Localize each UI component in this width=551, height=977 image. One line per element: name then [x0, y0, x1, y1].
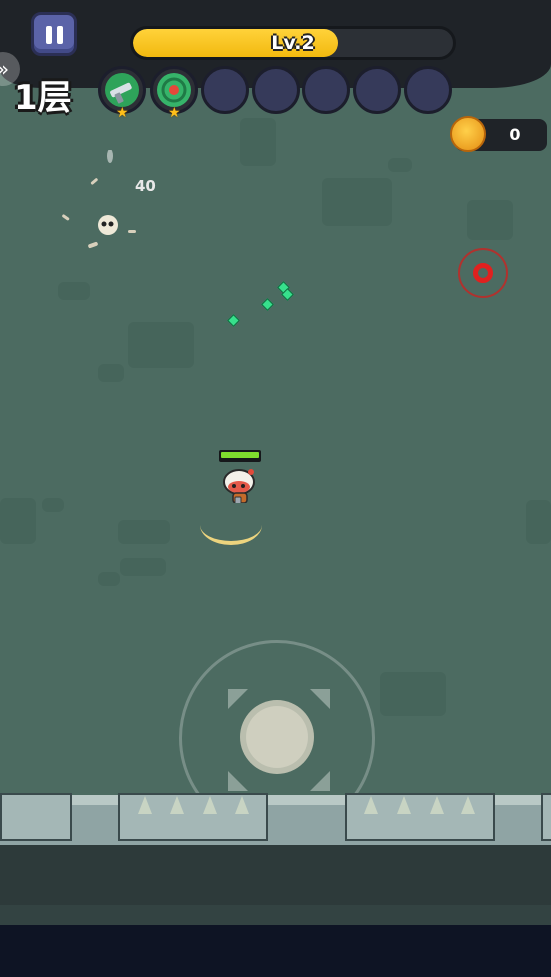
joystick-knob[interactable]	[240, 700, 314, 774]
skill-slot-empty	[252, 66, 300, 114]
skill-slot-empty	[404, 66, 452, 114]
joystick-arrow-icon	[310, 771, 330, 791]
skill-slot-empty	[302, 66, 350, 114]
player-health-fill	[221, 452, 259, 458]
damage-number: 40	[135, 177, 156, 195]
spike-icon	[461, 796, 475, 814]
pause-button[interactable]	[31, 12, 77, 56]
coin-count: 0	[509, 125, 521, 144]
skill-slot-pistol[interactable]: ★	[98, 66, 146, 120]
spike-icon	[170, 796, 184, 814]
outer-space-background	[0, 925, 551, 977]
spike-icon	[364, 796, 378, 814]
skill-slot-empty	[201, 66, 249, 114]
floor-label: 1层	[14, 78, 72, 118]
wall-block	[0, 793, 72, 841]
coin-icon	[450, 116, 486, 152]
spike-icon	[138, 796, 152, 814]
player-character	[223, 469, 255, 503]
enemy-target-marker	[458, 248, 508, 298]
spike-icon	[235, 796, 249, 814]
spike-icon	[203, 796, 217, 814]
player-health-bar	[219, 450, 261, 462]
star-icon: ★	[168, 105, 181, 121]
xp-gem-icon	[261, 298, 274, 311]
slash-effect	[200, 505, 262, 545]
level-progress-bar: Lv.2	[130, 26, 456, 60]
pause-icon	[57, 26, 63, 44]
skull-icon	[62, 150, 136, 249]
skill-slot-target[interactable]: ★	[150, 66, 198, 120]
spike-icon	[430, 796, 444, 814]
xp-gem-icon	[227, 314, 240, 327]
joystick-arrow-icon	[228, 689, 248, 709]
wall-base	[0, 905, 551, 927]
level-label: Lv.2	[271, 32, 315, 54]
joystick-arrow-icon	[310, 689, 330, 709]
spike-icon	[397, 796, 411, 814]
joystick-arrow-icon	[228, 771, 248, 791]
star-icon: ★	[116, 105, 129, 121]
skill-slot-empty	[353, 66, 401, 114]
wall-block	[541, 793, 551, 841]
pause-icon	[46, 26, 52, 44]
